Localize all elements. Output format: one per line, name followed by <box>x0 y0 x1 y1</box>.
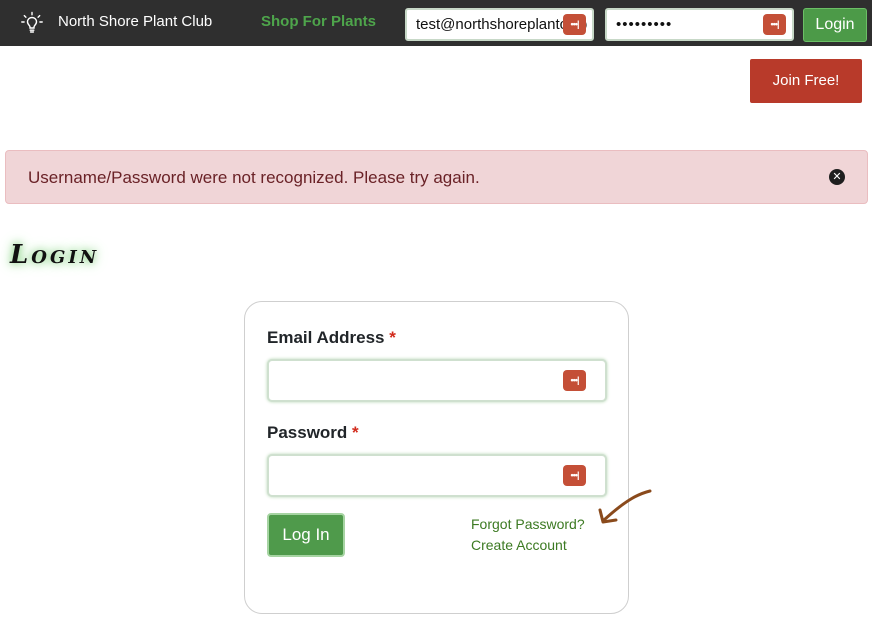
required-marker: * <box>352 423 359 442</box>
nav-password-value: ••••••••• <box>616 16 673 33</box>
password-manager-icon[interactable]: •••| <box>763 14 786 35</box>
nav-email-input[interactable]: test@northshoreplantclub •••| <box>405 8 594 41</box>
password-manager-icon[interactable]: •••| <box>563 465 586 486</box>
shop-for-plants-link[interactable]: Shop For Plants <box>261 13 376 30</box>
log-in-button[interactable]: Log In <box>267 513 345 557</box>
required-marker: * <box>389 328 396 347</box>
nav-login-button[interactable]: Login <box>803 8 867 42</box>
email-label-text: Email Address <box>267 328 385 347</box>
top-nav: North Shore Plant Club Shop For Plants t… <box>0 0 872 46</box>
join-free-button[interactable]: Join Free! <box>750 59 862 103</box>
password-field[interactable] <box>267 454 607 497</box>
password-manager-icon[interactable]: •••| <box>563 370 586 391</box>
brand-name[interactable]: North Shore Plant Club <box>58 13 212 30</box>
password-label: Password * <box>267 423 359 443</box>
forgot-password-link[interactable]: Forgot Password? <box>471 516 585 532</box>
create-account-link[interactable]: Create Account <box>471 537 567 553</box>
lightbulb-icon <box>21 11 43 33</box>
email-label: Email Address * <box>267 328 396 348</box>
nav-password-input[interactable]: ••••••••• •••| <box>605 8 794 41</box>
close-icon[interactable]: ✕ <box>829 169 845 185</box>
login-card: Email Address * •••| Password * •••| Log… <box>244 301 629 614</box>
annotation-arrow-icon <box>598 489 652 524</box>
password-manager-icon[interactable]: •••| <box>563 14 586 35</box>
error-alert: Username/Password were not recognized. P… <box>5 150 868 204</box>
password-label-text: Password <box>267 423 348 442</box>
nav-email-value: test@northshoreplantclub <box>416 16 588 33</box>
alert-message: Username/Password were not recognized. P… <box>28 168 480 187</box>
page-title: Login <box>10 240 100 270</box>
email-field[interactable] <box>267 359 607 402</box>
